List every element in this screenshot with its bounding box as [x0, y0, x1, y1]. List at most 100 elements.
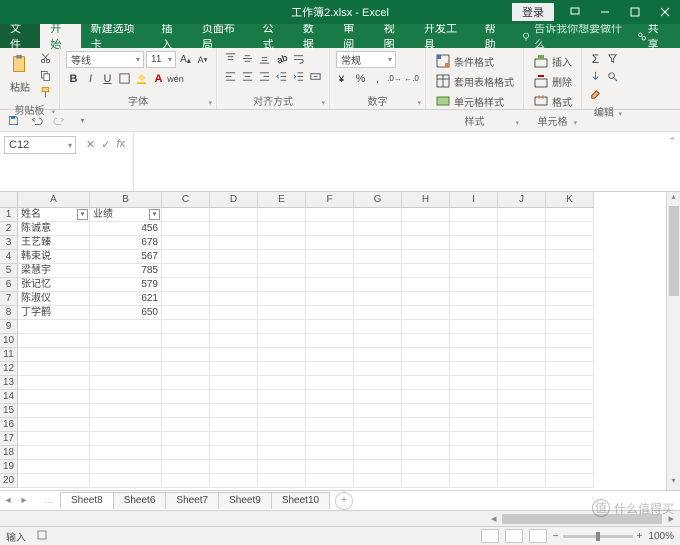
cell[interactable]: [498, 418, 546, 432]
zoom-slider[interactable]: − +: [553, 531, 643, 542]
cell[interactable]: [258, 250, 306, 264]
decrease-decimal-icon[interactable]: ←.0: [404, 71, 419, 86]
sheet-tab[interactable]: Sheet8: [60, 492, 114, 509]
row-header[interactable]: 2: [0, 222, 18, 236]
bold-icon[interactable]: B: [66, 71, 81, 86]
cell[interactable]: [162, 432, 210, 446]
cell[interactable]: [210, 446, 258, 460]
cell[interactable]: 王艺臻: [18, 236, 90, 250]
clear-icon[interactable]: [588, 87, 603, 102]
cell[interactable]: [210, 334, 258, 348]
cell[interactable]: [402, 446, 450, 460]
cell[interactable]: [354, 222, 402, 236]
italic-icon[interactable]: I: [83, 71, 98, 86]
sheet-tab[interactable]: Sheet10: [271, 492, 330, 509]
cell[interactable]: [18, 432, 90, 446]
column-header-C[interactable]: C: [162, 192, 210, 208]
format-painter-icon[interactable]: [38, 85, 53, 100]
delete-cells-button[interactable]: 删除: [530, 71, 575, 91]
cell[interactable]: [258, 446, 306, 460]
cell[interactable]: [498, 306, 546, 320]
row-header[interactable]: 3: [0, 236, 18, 250]
cell[interactable]: [402, 390, 450, 404]
cell[interactable]: [210, 390, 258, 404]
cell[interactable]: [354, 292, 402, 306]
cell[interactable]: [90, 390, 162, 404]
cell[interactable]: 579: [90, 278, 162, 292]
cell[interactable]: 456: [90, 222, 162, 236]
cell[interactable]: [258, 222, 306, 236]
cell[interactable]: [306, 236, 354, 250]
cell[interactable]: [162, 390, 210, 404]
formula-input[interactable]: ⌃: [133, 132, 680, 191]
cell[interactable]: [258, 362, 306, 376]
cell[interactable]: [258, 278, 306, 292]
cell[interactable]: [162, 404, 210, 418]
column-header-F[interactable]: F: [306, 192, 354, 208]
cell[interactable]: [450, 250, 498, 264]
cell[interactable]: [498, 278, 546, 292]
cell[interactable]: [306, 460, 354, 474]
cell[interactable]: [162, 292, 210, 306]
cell[interactable]: [258, 376, 306, 390]
cell[interactable]: [546, 390, 594, 404]
cell[interactable]: [354, 334, 402, 348]
cell[interactable]: [210, 404, 258, 418]
cell[interactable]: [546, 278, 594, 292]
cell[interactable]: [498, 474, 546, 488]
cell[interactable]: [450, 376, 498, 390]
tab-file[interactable]: 文件: [0, 24, 40, 48]
cell[interactable]: [306, 446, 354, 460]
cell[interactable]: [450, 222, 498, 236]
row-header[interactable]: 9: [0, 320, 18, 334]
cell[interactable]: [18, 320, 90, 334]
cell[interactable]: [90, 404, 162, 418]
cell[interactable]: [402, 334, 450, 348]
cell[interactable]: [210, 376, 258, 390]
cell[interactable]: [258, 320, 306, 334]
name-box[interactable]: C12: [4, 136, 76, 154]
cell[interactable]: [210, 474, 258, 488]
cell[interactable]: [18, 334, 90, 348]
cell[interactable]: 678: [90, 236, 162, 250]
font-name-select[interactable]: 等线: [66, 51, 144, 68]
cell[interactable]: [18, 376, 90, 390]
find-icon[interactable]: [605, 69, 620, 84]
tab-formulas[interactable]: 公式: [253, 24, 293, 48]
cell[interactable]: [450, 474, 498, 488]
cell[interactable]: [306, 306, 354, 320]
cell[interactable]: [18, 418, 90, 432]
cell[interactable]: [546, 222, 594, 236]
cell[interactable]: [450, 292, 498, 306]
cell[interactable]: [498, 404, 546, 418]
cell[interactable]: [402, 348, 450, 362]
cell[interactable]: [546, 418, 594, 432]
cell[interactable]: [498, 264, 546, 278]
cell[interactable]: [402, 418, 450, 432]
cell[interactable]: [306, 432, 354, 446]
login-button[interactable]: 登录: [512, 3, 554, 21]
cell[interactable]: [162, 418, 210, 432]
cell[interactable]: [354, 418, 402, 432]
cell[interactable]: [354, 250, 402, 264]
cell[interactable]: [546, 320, 594, 334]
cell[interactable]: [306, 404, 354, 418]
cell[interactable]: [498, 348, 546, 362]
fill-icon[interactable]: [588, 69, 603, 84]
cell[interactable]: [18, 404, 90, 418]
cell[interactable]: [498, 236, 546, 250]
cell[interactable]: [90, 362, 162, 376]
conditional-format-button[interactable]: 条件格式: [432, 51, 497, 71]
cell[interactable]: [90, 418, 162, 432]
cell[interactable]: [162, 264, 210, 278]
cell[interactable]: 陈诚意: [18, 222, 90, 236]
cell[interactable]: [306, 348, 354, 362]
cell[interactable]: [402, 222, 450, 236]
underline-icon[interactable]: U: [100, 71, 115, 86]
cell[interactable]: [18, 390, 90, 404]
cell[interactable]: [402, 320, 450, 334]
column-header-I[interactable]: I: [450, 192, 498, 208]
cell[interactable]: [450, 306, 498, 320]
cell[interactable]: [90, 320, 162, 334]
currency-icon[interactable]: ¥: [336, 71, 351, 86]
